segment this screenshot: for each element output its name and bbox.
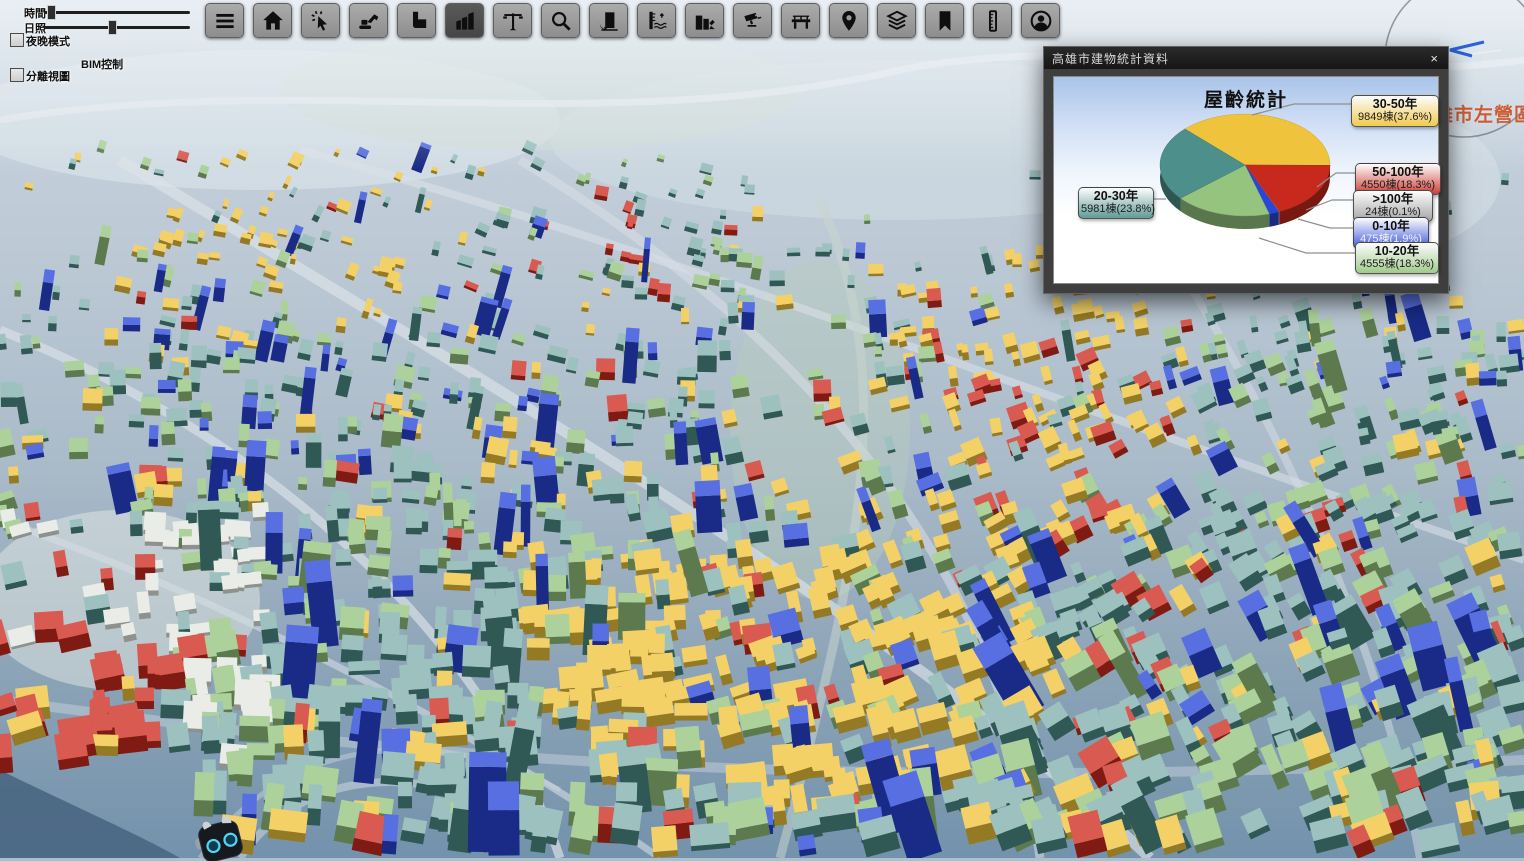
bridge-button[interactable]	[781, 3, 820, 38]
cctv-button[interactable]	[733, 3, 772, 38]
split-view-label: 分離視圖	[26, 68, 70, 84]
excavator-icon	[356, 8, 382, 34]
time-slider-label: 時間	[24, 5, 46, 21]
water-level-icon	[644, 8, 670, 34]
bim-section-label: BIM控制	[81, 56, 123, 72]
street-light-button[interactable]	[493, 3, 532, 38]
layers-button[interactable]	[877, 3, 916, 38]
panel-title: 高雄市建物統計資料	[1052, 50, 1169, 67]
robot-assistant-avatar[interactable]	[190, 817, 252, 861]
pipeline-icon	[404, 8, 430, 34]
panel-titlebar[interactable]: 高雄市建物統計資料 ×	[1044, 47, 1448, 69]
water-level-button[interactable]	[637, 3, 676, 38]
ruler-icon	[980, 8, 1006, 34]
building-analysis-button[interactable]	[589, 3, 628, 38]
ruler-button[interactable]	[973, 3, 1012, 38]
search-icon	[548, 8, 574, 34]
bookmark-button[interactable]	[925, 3, 964, 38]
daylight-slider-handle[interactable]	[108, 20, 117, 35]
home-icon	[260, 8, 286, 34]
chart-callout-10-20年: 10-20年4555棟(18.3%)	[1355, 242, 1439, 274]
age-chart: 屋齡統計 30-50年9849棟(37.6%)50-100年4550棟(18.3…	[1053, 76, 1439, 284]
building-analysis-icon	[596, 8, 622, 34]
daylight-slider[interactable]	[44, 26, 190, 29]
chart-callout-20-30年: 20-30年5981棟(23.8%)	[1078, 187, 1154, 219]
time-slider[interactable]	[44, 11, 190, 14]
night-mode-label: 夜晚模式	[26, 33, 70, 49]
bridge-icon	[788, 8, 814, 34]
select-cursor-button[interactable]	[301, 3, 340, 38]
bookmark-icon	[932, 8, 958, 34]
building-stats-panel: 高雄市建物統計資料 × 屋齡統計 30-50年9849棟(37.6%)50-10…	[1043, 46, 1449, 294]
layers-icon	[884, 8, 910, 34]
split-view-checkbox[interactable]	[10, 68, 24, 82]
construction-site-icon	[692, 8, 718, 34]
chart-callout-30-50年: 30-50年9849棟(37.6%)	[1351, 95, 1439, 127]
menu-button[interactable]	[205, 3, 244, 38]
user-button[interactable]	[1021, 3, 1060, 38]
home-button[interactable]	[253, 3, 292, 38]
close-icon[interactable]: ×	[1428, 52, 1440, 65]
select-cursor-icon	[308, 8, 334, 34]
compass-needle-icon	[1450, 42, 1484, 56]
search-button[interactable]	[541, 3, 580, 38]
time-slider-handle[interactable]	[47, 5, 56, 20]
menu-icon	[212, 8, 238, 34]
construction-site-button[interactable]	[685, 3, 724, 38]
street-light-icon	[500, 8, 526, 34]
excavator-button[interactable]	[349, 3, 388, 38]
pipeline-button[interactable]	[397, 3, 436, 38]
buildings-icon	[452, 8, 478, 34]
cctv-icon	[740, 8, 766, 34]
buildings-button[interactable]	[445, 3, 484, 38]
location-pin-icon	[836, 8, 862, 34]
location-pin-button[interactable]	[829, 3, 868, 38]
compass-needle-tail-icon	[1472, 50, 1502, 54]
user-icon	[1028, 8, 1054, 34]
night-mode-checkbox[interactable]	[10, 33, 24, 47]
